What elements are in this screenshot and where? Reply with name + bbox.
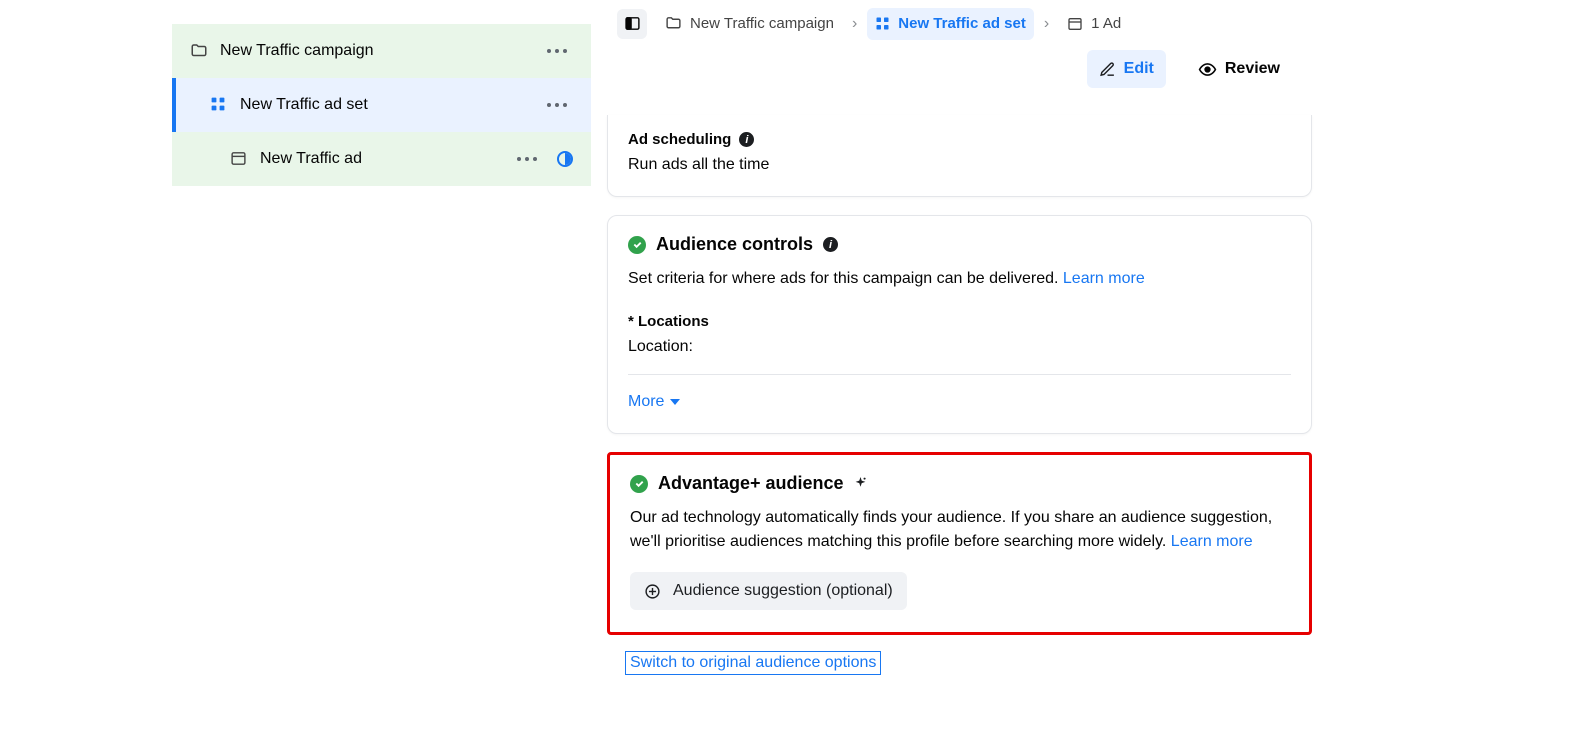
audience-suggestion-label: Audience suggestion (optional) <box>673 582 893 600</box>
status-indicator-icon <box>557 151 573 167</box>
grid-icon <box>210 96 228 114</box>
advantage-audience-card: Advantage+ audience Our ad technology au… <box>607 452 1312 635</box>
info-icon[interactable]: i <box>823 237 838 252</box>
edit-button[interactable]: Edit <box>1087 50 1166 88</box>
sparkle-icon <box>854 477 867 490</box>
tree-row-adset[interactable]: New Traffic ad set <box>172 78 591 132</box>
folder-icon <box>190 42 208 60</box>
breadcrumb-adset[interactable]: New Traffic ad set <box>867 8 1034 40</box>
check-icon <box>630 475 648 493</box>
breadcrumb-ad[interactable]: 1 Ad <box>1059 8 1129 40</box>
toggle-side-panel-button[interactable] <box>617 9 647 39</box>
learn-more-link[interactable]: Learn more <box>1171 533 1253 550</box>
campaign-tree: New Traffic campaign New Traffic ad set … <box>172 24 591 186</box>
scheduling-value: Run ads all the time <box>628 156 1291 174</box>
ad-icon <box>230 150 248 168</box>
review-button[interactable]: Review <box>1186 50 1292 88</box>
tree-label-adset: New Traffic ad set <box>228 96 541 114</box>
learn-more-link[interactable]: Learn more <box>1063 270 1145 287</box>
breadcrumb-campaign-label: New Traffic campaign <box>690 15 834 32</box>
breadcrumb-ad-label: 1 Ad <box>1091 15 1121 32</box>
advantage-heading: Advantage+ audience <box>630 473 867 494</box>
tree-actions-ad[interactable] <box>511 151 543 167</box>
breadcrumb-campaign[interactable]: New Traffic campaign <box>657 8 842 40</box>
tree-label-campaign: New Traffic campaign <box>208 42 541 60</box>
audience-controls-card: Audience controls i Set criteria for whe… <box>607 215 1312 434</box>
tree-actions-campaign[interactable] <box>541 43 573 59</box>
chevron-icon: › <box>1044 15 1049 33</box>
switch-audience-options-link[interactable]: Switch to original audience options <box>625 651 881 675</box>
locations-label: * Locations <box>628 313 709 330</box>
action-row: Edit Review <box>607 47 1312 91</box>
more-toggle[interactable]: More <box>628 393 680 411</box>
scheduling-card: Ad scheduling i Run ads all the time <box>607 115 1312 197</box>
edit-button-label: Edit <box>1124 60 1154 78</box>
tree-label-ad: New Traffic ad <box>248 150 511 168</box>
breadcrumb-bar: New Traffic campaign › New Traffic ad se… <box>607 0 1312 47</box>
check-icon <box>628 236 646 254</box>
info-icon[interactable]: i <box>739 132 754 147</box>
tree-row-ad[interactable]: New Traffic ad <box>172 132 591 186</box>
editor-panel: New Traffic campaign › New Traffic ad se… <box>607 0 1312 675</box>
audience-controls-heading: Audience controls i <box>628 234 838 255</box>
scheduling-heading: Ad scheduling i <box>628 131 754 148</box>
chevron-icon: › <box>852 15 857 33</box>
audience-controls-description: Set criteria for where ads for this camp… <box>628 267 1291 291</box>
locations-value: Location: <box>628 338 1291 356</box>
tree-actions-adset[interactable] <box>541 97 573 113</box>
audience-suggestion-button[interactable]: Audience suggestion (optional) <box>630 572 907 610</box>
review-button-label: Review <box>1225 60 1280 78</box>
breadcrumb-adset-label: New Traffic ad set <box>898 15 1026 32</box>
advantage-description: Our ad technology automatically finds yo… <box>630 506 1289 554</box>
tree-row-campaign[interactable]: New Traffic campaign <box>172 24 591 78</box>
